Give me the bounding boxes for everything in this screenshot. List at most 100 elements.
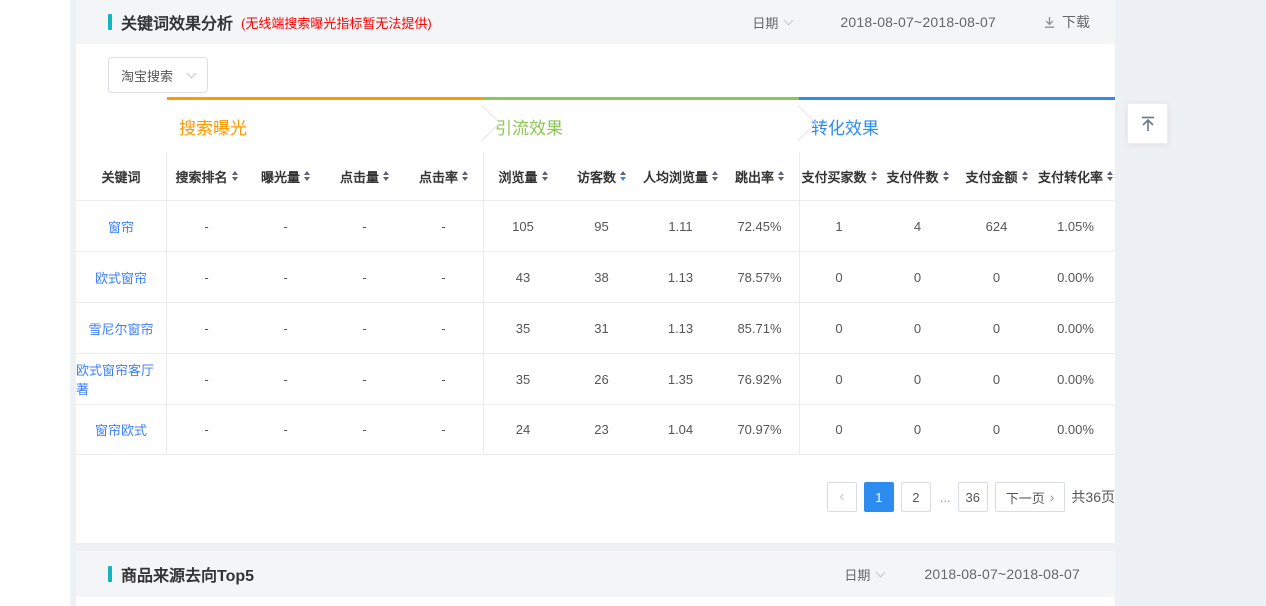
date-filter-dropdown[interactable]: 日期 [752, 13, 792, 32]
group-header-row: 搜索曝光引流效果转化效果 [76, 97, 1115, 152]
product-source-card: 商品来源去向Top5 日期 2018-08-07~2018-08-07 [76, 551, 1115, 606]
sort-down-arrow [712, 177, 718, 181]
value-cell: 0 [799, 405, 878, 454]
sort-down-arrow [542, 177, 548, 181]
value-cell: 38 [562, 252, 641, 302]
column-header-3[interactable]: 点击率 [404, 152, 483, 200]
value-cell: 72.45% [720, 201, 799, 251]
keyword-cell: 窗帘欧式 [76, 405, 167, 454]
sort-down-arrow [304, 177, 310, 181]
value-cell: 1.04 [641, 405, 720, 454]
sort-down-arrow [1107, 177, 1113, 181]
column-header-0[interactable]: 搜索排名 [167, 152, 246, 200]
section-gap [76, 543, 1115, 551]
back-to-top-button[interactable] [1127, 103, 1168, 144]
column-header-label: 浏览量 [498, 167, 537, 186]
download-button[interactable]: 下载 [1042, 12, 1090, 32]
keyword-link[interactable]: 窗帘 [108, 217, 134, 236]
sort-icon [871, 171, 877, 181]
pagination-next-button[interactable]: 下一页 › [995, 482, 1066, 512]
column-header-6[interactable]: 人均浏览量 [641, 152, 720, 200]
column-header-5[interactable]: 访客数 [562, 152, 641, 200]
column-header-11[interactable]: 支付转化率 [1036, 152, 1115, 200]
date-range-display: 2018-08-07~2018-08-07 [924, 566, 1080, 582]
value-cell: 0 [799, 252, 878, 302]
sort-icon [542, 171, 548, 181]
keyword-link[interactable]: 雪尼尔窗帘 [88, 319, 153, 338]
value-cell: 624 [957, 201, 1036, 251]
table-row: 欧式窗帘客厅著----35261.3576.92%0000.00% [76, 353, 1115, 404]
column-header-4[interactable]: 浏览量 [483, 152, 562, 200]
value-cell: - [404, 354, 483, 404]
value-cell: - [325, 201, 404, 251]
value-cell: - [325, 354, 404, 404]
section-note: (无线端搜索曝光指标暂无法提供) [241, 13, 432, 32]
column-header-2[interactable]: 点击量 [325, 152, 404, 200]
sort-down-arrow [232, 177, 238, 181]
column-header-10[interactable]: 支付金额 [957, 152, 1036, 200]
keyword-cell: 雪尼尔窗帘 [76, 303, 167, 353]
column-header-label: 曝光量 [261, 167, 300, 186]
value-cell: 35 [483, 303, 562, 353]
pagination-page-36[interactable]: 36 [958, 482, 988, 512]
value-cell: - [325, 303, 404, 353]
download-icon [1042, 15, 1057, 30]
column-header-9[interactable]: 支付件数 [878, 152, 957, 200]
keyword-link[interactable]: 欧式窗帘客厅著 [76, 360, 166, 398]
pagination-ellipsis: ... [940, 490, 951, 505]
pagination-total-pages: 共36页 [1071, 487, 1115, 507]
chevron-down-icon [187, 69, 197, 79]
sort-up-arrow [620, 171, 626, 175]
keyword-column-spacer [76, 97, 167, 152]
column-group-label: 引流效果 [495, 114, 563, 139]
column-header-8[interactable]: 支付买家数 [799, 152, 878, 200]
table-body: 窗帘----105951.1172.45%146241.05%欧式窗帘----4… [76, 200, 1115, 455]
table-row: 欧式窗帘----43381.1378.57%0000.00% [76, 251, 1115, 302]
keyword-analysis-card: 关键词效果分析 (无线端搜索曝光指标暂无法提供) 日期 2018-08-07~2… [76, 0, 1115, 543]
sort-up-arrow [232, 171, 238, 175]
column-group-0: 搜索曝光 [167, 97, 483, 152]
column-header-7[interactable]: 跳出率 [720, 152, 799, 200]
pagination-page-1[interactable]: 1 [864, 482, 894, 512]
value-cell: 24 [483, 405, 562, 454]
back-to-top-icon [1138, 114, 1158, 134]
value-cell: 35 [483, 354, 562, 404]
sort-down-arrow [462, 177, 468, 181]
keyword-link[interactable]: 欧式窗帘 [95, 268, 147, 287]
sort-icon [778, 171, 784, 181]
title-accent-bar [108, 566, 112, 582]
value-cell: - [167, 303, 246, 353]
date-filter-label: 日期 [844, 565, 870, 584]
sort-down-arrow [1022, 177, 1028, 181]
pagination-page-2[interactable]: 2 [901, 482, 931, 512]
sort-icon [620, 171, 626, 181]
value-cell: 0 [957, 303, 1036, 353]
left-gutter [0, 0, 70, 606]
column-header-label: 支付件数 [886, 167, 938, 186]
value-cell: 0 [878, 405, 957, 454]
channel-select[interactable]: 淘宝搜索 [108, 57, 208, 93]
column-header-1[interactable]: 曝光量 [246, 152, 325, 200]
keyword-cell: 欧式窗帘客厅著 [76, 354, 167, 404]
sort-icon [1022, 171, 1028, 181]
value-cell: - [167, 201, 246, 251]
column-header-label: 支付金额 [965, 167, 1017, 186]
pagination: ‹ 1 2 ... 36 下一页 › 共36页 [76, 482, 1115, 512]
sort-up-arrow [1022, 171, 1028, 175]
keyword-cell: 窗帘 [76, 201, 167, 251]
section-title: 商品来源去向Top5 [121, 562, 254, 586]
value-cell: 1.05% [1036, 201, 1115, 251]
value-cell: - [246, 405, 325, 454]
sort-up-arrow [383, 171, 389, 175]
keyword-link[interactable]: 窗帘欧式 [95, 420, 147, 439]
section-title: 关键词效果分析 [121, 10, 233, 34]
value-cell: 76.92% [720, 354, 799, 404]
pagination-prev-button[interactable]: ‹ [827, 482, 857, 512]
date-filter-dropdown[interactable]: 日期 [844, 565, 884, 584]
column-header-label: 点击量 [340, 167, 379, 186]
column-header-label: 跳出率 [735, 167, 774, 186]
value-cell: 26 [562, 354, 641, 404]
sort-down-arrow [778, 177, 784, 181]
value-cell: 0 [878, 354, 957, 404]
column-header-label: 人均浏览量 [643, 167, 708, 186]
